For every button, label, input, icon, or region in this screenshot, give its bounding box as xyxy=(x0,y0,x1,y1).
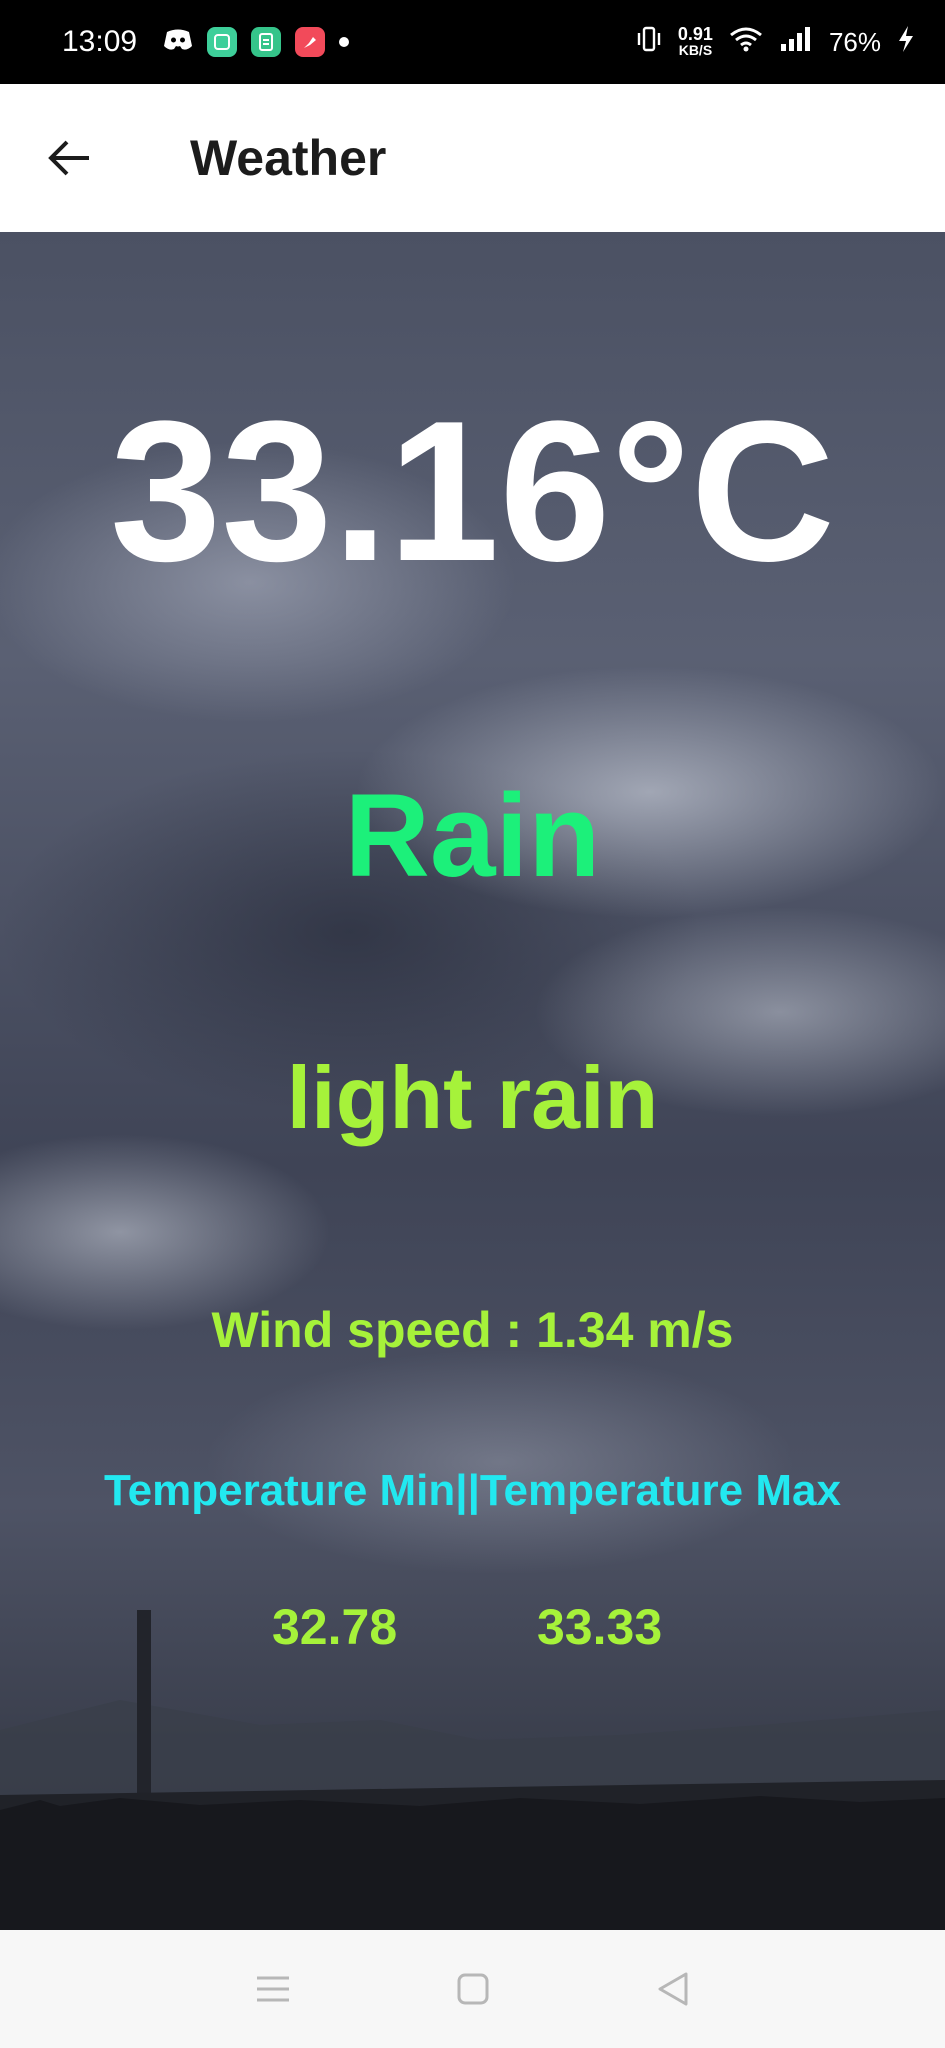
page-title: Weather xyxy=(190,130,387,186)
signal-icon xyxy=(779,26,813,59)
temperature-max: 33.33 xyxy=(537,1599,663,1655)
status-right: 0.91 KB/S 76% xyxy=(636,25,915,60)
home-button[interactable] xyxy=(448,1964,498,2014)
home-square-icon xyxy=(457,1973,488,2005)
vibrate-icon xyxy=(636,25,662,60)
notification-icons xyxy=(163,27,350,57)
more-notifications-dot xyxy=(339,37,350,47)
menu-button[interactable] xyxy=(248,1964,298,2014)
battery-percent: 76% xyxy=(828,26,881,57)
net-speed-value: 0.91 xyxy=(677,24,713,44)
current-temperature: 33.16°C xyxy=(110,380,835,603)
skyline-background xyxy=(0,1610,945,1930)
green-app-icon xyxy=(207,27,238,57)
wind-speed: Wind speed : 1.34 m/s xyxy=(211,1302,734,1358)
weather-panel: 33.16°C Rain light rain Wind speed : 1.3… xyxy=(0,232,945,1930)
net-speed-unit: KB/S xyxy=(678,42,713,58)
weather-main: Rain xyxy=(344,770,601,902)
back-triangle-icon xyxy=(658,1972,687,2006)
red-app-icon xyxy=(295,27,326,57)
back-button[interactable] xyxy=(44,133,94,183)
status-bar: 13:09 0.91 KB/S 76% xyxy=(0,0,945,84)
system-nav-bar xyxy=(0,1930,945,2048)
net-speed: 0.91 KB/S xyxy=(677,24,713,58)
arrow-left-icon xyxy=(48,140,89,176)
status-time: 13:09 xyxy=(62,25,138,58)
charging-icon xyxy=(897,25,915,60)
temperature-minmax-label: Temperature Min||Temperature Max xyxy=(104,1466,841,1515)
wifi-icon xyxy=(729,26,763,59)
app-bar: Weather xyxy=(0,84,945,232)
temperature-min: 32.78 xyxy=(272,1599,398,1655)
back-nav-button[interactable] xyxy=(648,1964,698,2014)
discord-icon xyxy=(163,28,193,57)
weather-description: light rain xyxy=(286,1048,659,1147)
green-app2-icon xyxy=(251,27,282,57)
menu-icon xyxy=(256,1976,289,2002)
